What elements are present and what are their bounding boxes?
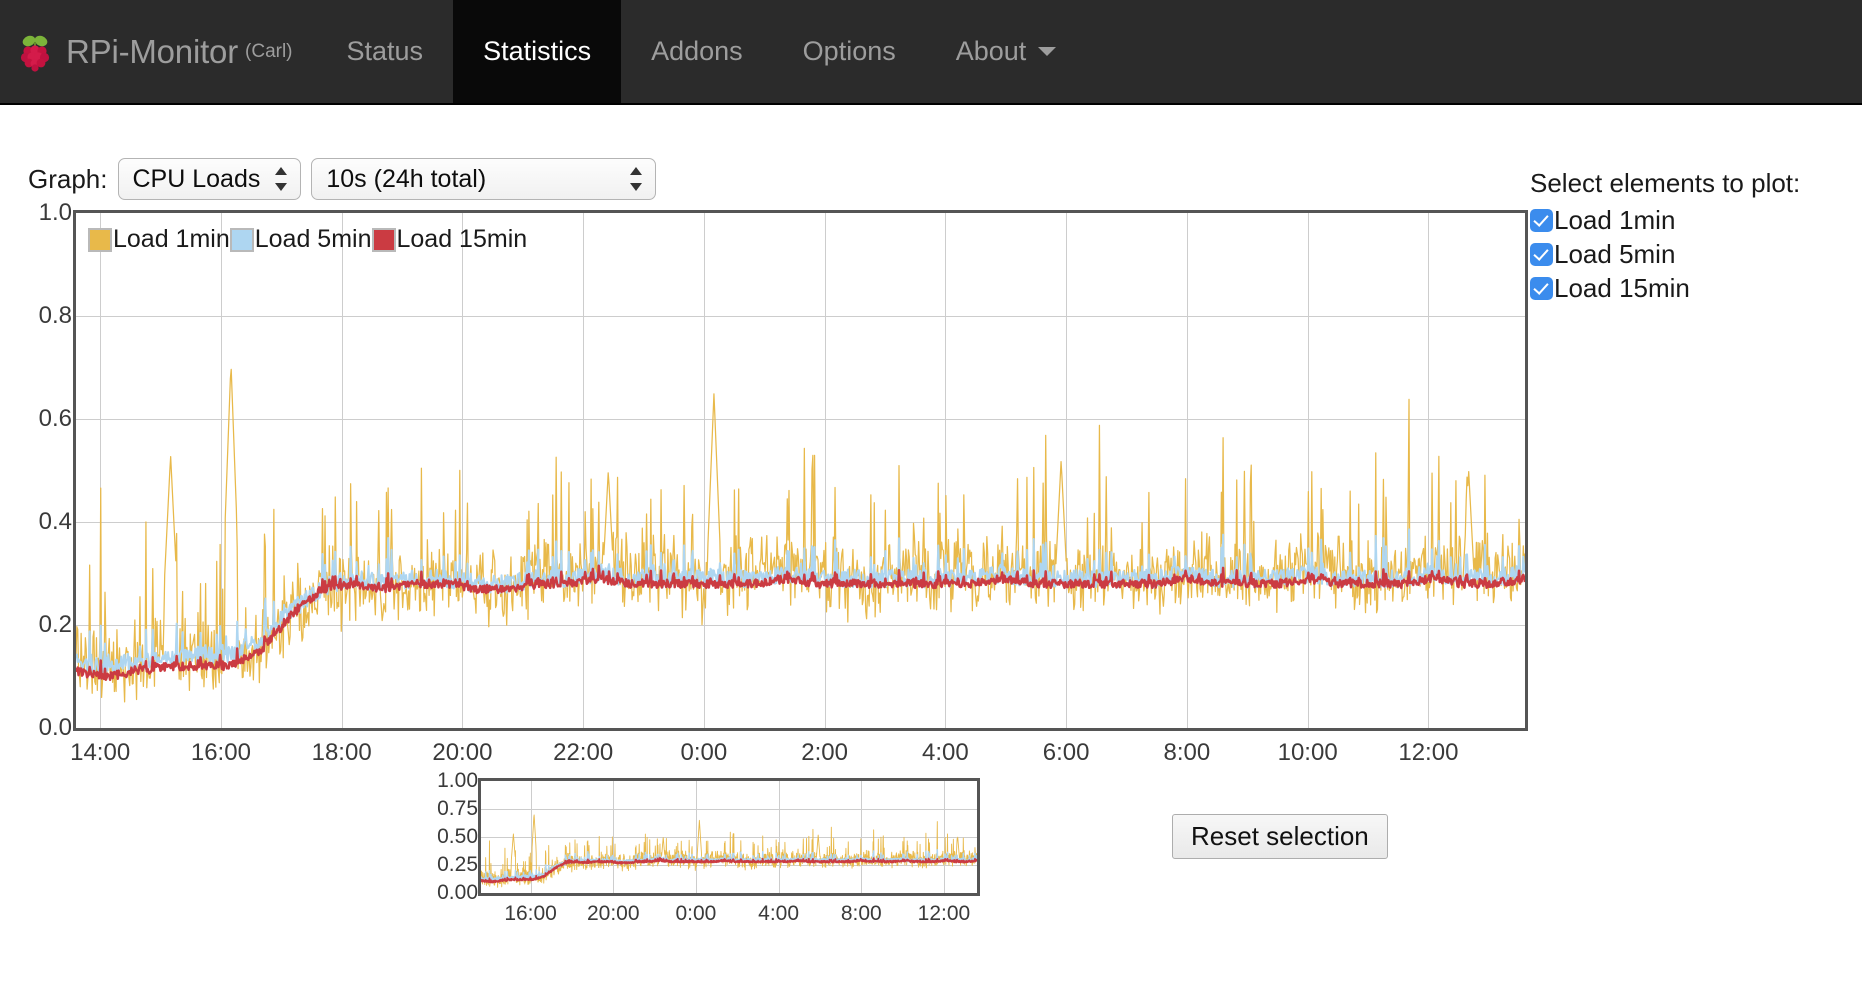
legend-item-load-5min: Load 5min [229,225,372,254]
plot-element-selector: Select elements to plot: Load 1min Load … [1530,168,1850,307]
mini-x-axis-tick-label: 20:00 [586,902,640,925]
x-axis-tick-label: 2:00 [801,739,848,766]
legend-label-load-1min: Load 1min [113,225,230,253]
brand-title: RPi-Monitor [66,32,239,70]
reset-selection-label: Reset selection [1191,821,1369,851]
chart-series-svg [481,814,977,888]
mini-plot-area[interactable] [478,778,980,896]
graph-interval-select[interactable]: 10s (24h total) [311,158,657,200]
mini-x-axis-tick-label: 12:00 [917,902,971,925]
checkbox-row-load-1min[interactable]: Load 1min [1530,205,1850,236]
legend-item-load-1min: Load 1min [88,225,230,254]
nav-item-options[interactable]: Options [773,0,926,103]
series-line-load-5min [481,849,977,882]
nav-item-status-label: Status [346,36,424,66]
chevron-down-icon [1038,47,1057,56]
series-line-load-5min [76,528,1525,675]
y-axis-tick-label: 0.6 [38,405,72,432]
nav-item-options-label: Options [802,36,896,66]
mini-y-axis-tick-label: 0.00 [437,881,478,904]
y-axis-tick-label: 1.0 [38,199,72,226]
x-axis-tick-label: 0:00 [680,739,728,766]
y-axis-tick-label: 0.2 [38,611,72,638]
mini-chart-selector[interactable]: 1.00 0.75 0.50 0.25 0.00 16:00 20:00 0:00 4:00 8… [430,769,1190,980]
legend-swatch-load-15min [371,227,396,252]
legend-label-load-5min: Load 5min [254,225,372,253]
chart-legend: Load 1min Load 5min Load 15min [88,225,527,254]
nav-item-status[interactable]: Status [317,0,454,103]
mini-y-axis-tick-label: 1.00 [437,769,478,792]
main-chart[interactable]: 1.0 0.8 0.6 0.4 0.2 0.0 14:00 16:00 18:00 20:00 2… [0,199,1540,766]
y-axis-tick-label: 0.8 [38,302,72,329]
mini-x-axis-tick-label: 4:00 [758,902,800,925]
navbar: RPi-Monitor (Carl) Status Statistics Add… [0,0,1862,105]
checkbox-label-load-5min: Load 5min [1554,239,1676,269]
x-axis-tick-label: 14:00 [70,739,131,766]
graph-type-select[interactable]: CPU Loads [117,158,302,200]
chart-series-svg [76,368,1525,703]
series-line-load-1min [76,368,1525,703]
select-spinner-icon [275,166,288,192]
x-axis-tick-label: 6:00 [1042,739,1090,766]
nav-item-statistics[interactable]: Statistics [453,0,622,103]
main-plot-area[interactable]: Load 1min Load 5min Load 15min [73,210,1528,731]
x-axis-tick-label: 8:00 [1163,739,1211,766]
legend-label-load-15min: Load 15min [396,225,528,253]
graph-interval-select-value: 10s (24h total) [326,164,487,193]
x-axis-tick-label: 18:00 [311,739,372,766]
select-spinner-icon [630,166,643,192]
x-axis-tick-label: 16:00 [190,739,251,766]
mini-y-axis-tick-label: 0.75 [437,797,478,820]
brand-home-link[interactable]: RPi-Monitor (Carl) [0,0,317,103]
x-axis-tick-label: 12:00 [1398,739,1459,766]
mini-x-axis-tick-label: 16:00 [504,902,557,925]
y-axis-tick-label: 0.4 [38,508,72,535]
checkbox-label-load-15min: Load 15min [1554,273,1690,303]
mini-y-axis-tick-label: 0.25 [437,853,478,876]
nav-item-statistics-label: Statistics [483,36,592,66]
x-axis-tick-label: 10:00 [1277,739,1338,766]
mini-x-axis-tick-label: 0:00 [675,902,717,925]
checkbox-row-load-15min[interactable]: Load 15min [1530,273,1850,304]
plot-selector-title: Select elements to plot: [1530,168,1801,198]
x-axis-tick-label: 4:00 [922,739,969,766]
checkbox-label-load-1min: Load 1min [1554,205,1676,235]
brand-subtitle: (Carl) [245,40,293,62]
x-axis-tick-label: 22:00 [553,739,614,766]
legend-item-load-15min: Load 15min [371,225,528,254]
raspberry-pi-logo-icon [18,32,52,72]
nav-item-addons-label: Addons [651,36,743,66]
nav-item-about-label: About [955,36,1027,66]
series-line-load-1min [481,814,977,888]
legend-swatch-load-5min [229,227,254,252]
graph-label: Graph: [28,163,108,194]
graph-type-select-value: CPU Loads [132,164,261,193]
legend-swatch-load-1min [88,227,112,252]
mini-y-axis-tick-label: 0.50 [437,825,478,848]
nav-item-about[interactable]: About [926,0,1087,103]
reset-selection-button[interactable]: Reset selection [1172,814,1388,859]
x-axis-tick-label: 20:00 [432,739,493,766]
y-axis-tick-label: 0.0 [38,714,72,741]
mini-x-axis-tick-label: 8:00 [840,902,882,925]
checkbox-row-load-5min[interactable]: Load 5min [1530,239,1850,270]
graph-controls: Graph: CPU Loads 10s (24h total) [28,158,657,200]
nav-item-addons[interactable]: Addons [621,0,773,103]
nav-items: Status Statistics Addons Options About [317,0,1087,103]
